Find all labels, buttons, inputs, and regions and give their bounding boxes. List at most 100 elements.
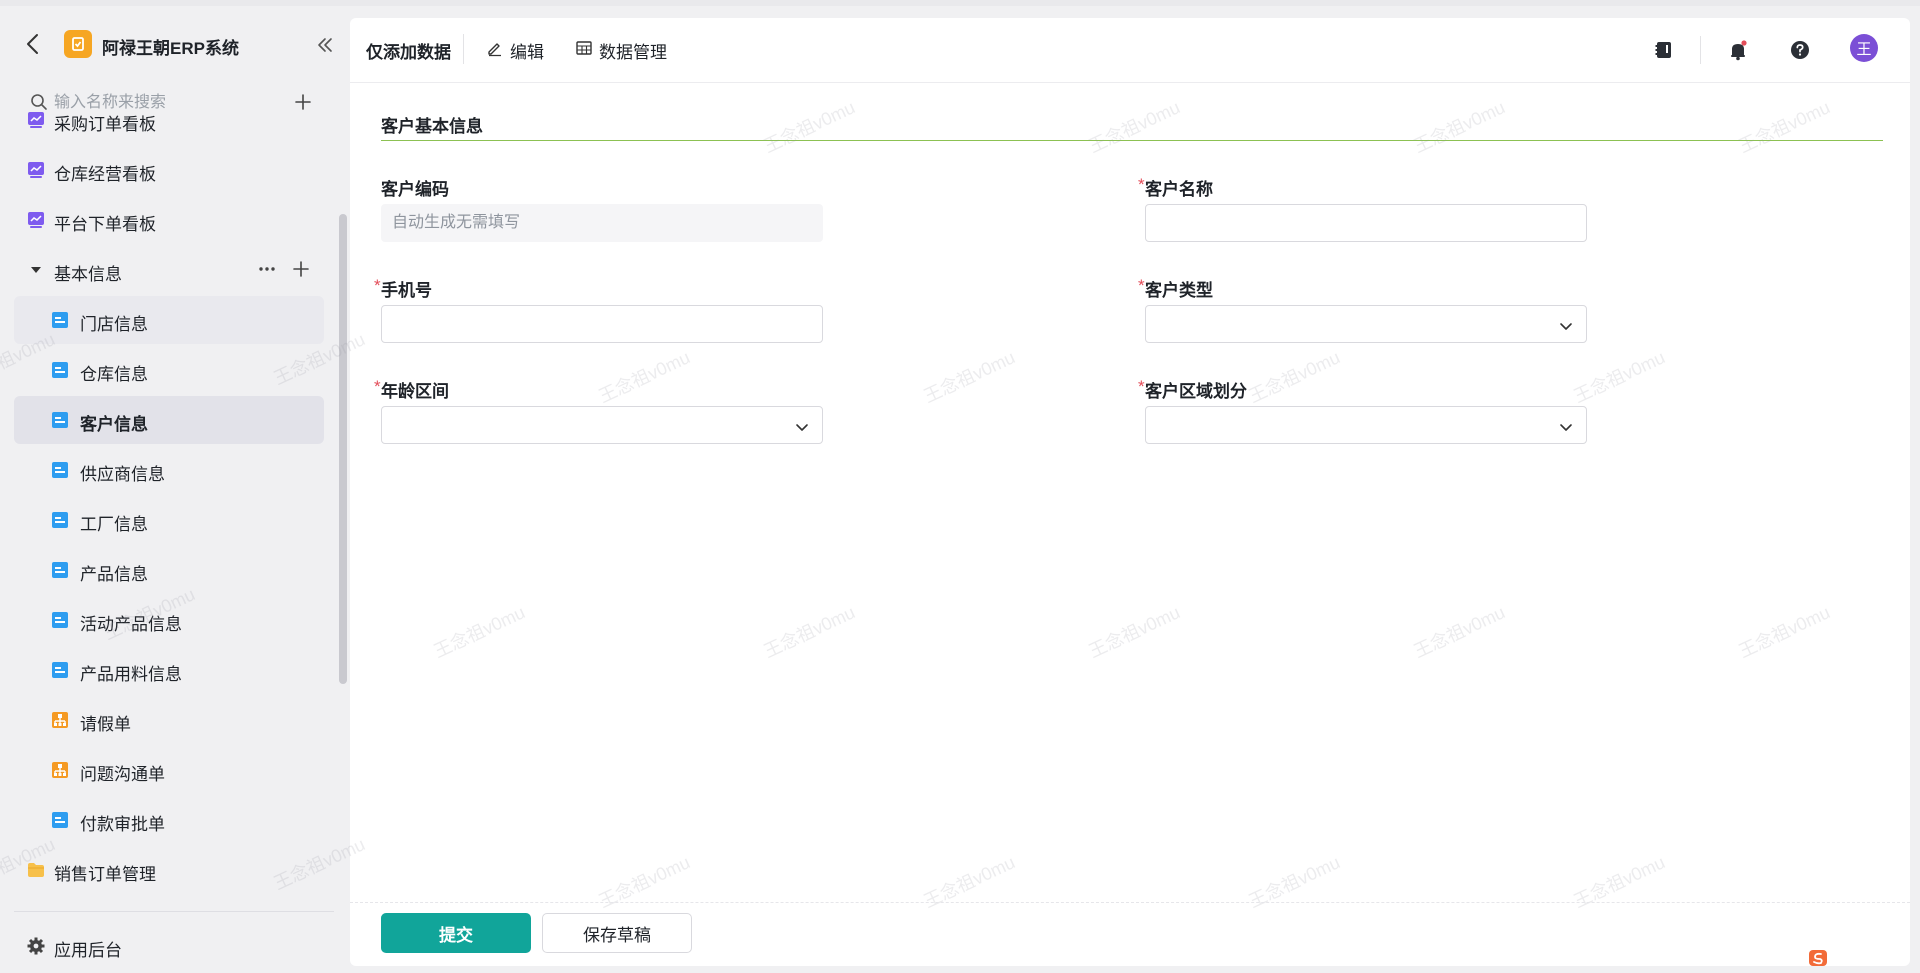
section-divider xyxy=(381,140,1883,141)
sidebar-item-label: 活动产品信息 xyxy=(80,615,182,634)
more-icon[interactable] xyxy=(256,258,278,285)
tab-add-data-only[interactable]: 仅添加数据 xyxy=(366,38,451,62)
sidebar-item-purchase-order-board[interactable]: 采购订单看板 xyxy=(14,96,324,144)
customer-name-label: 客户名称 xyxy=(1145,180,1213,199)
sidebar-item-leave-request[interactable]: 请假单 xyxy=(14,696,324,744)
book-icon[interactable] xyxy=(1652,38,1676,62)
watermark: 王念祖v0mu xyxy=(1085,602,1184,662)
app-title: 阿禄王朝ERP系统 xyxy=(102,39,239,58)
sidebar-item-supplier-info[interactable]: 供应商信息 xyxy=(14,446,324,494)
sidebar-item-store-info[interactable]: 门店信息 xyxy=(14,296,324,344)
folder-icon xyxy=(26,860,46,880)
watermark: 王念祖v0mu xyxy=(1410,602,1509,662)
notification-bell-icon[interactable] xyxy=(1726,38,1750,62)
submit-button[interactable]: 提交 xyxy=(381,913,531,953)
app-admin-label: 应用后台 xyxy=(54,941,122,960)
watermark: 王念祖v0mu xyxy=(1735,602,1834,662)
workflow-icon xyxy=(50,760,70,780)
chevron-down-icon xyxy=(1558,419,1574,435)
sidebar-item-label: 销售订单管理 xyxy=(54,865,156,884)
sidebar-item-label: 供应商信息 xyxy=(80,465,165,484)
form-icon xyxy=(50,310,70,330)
sidebar-item-label: 仓库信息 xyxy=(80,365,148,384)
tab-separator xyxy=(463,34,464,64)
sidebar-item-product-material-info[interactable]: 产品用料信息 xyxy=(14,646,324,694)
form-icon xyxy=(50,660,70,680)
form-icon xyxy=(50,510,70,530)
table-icon xyxy=(575,39,593,62)
form-icon xyxy=(50,610,70,630)
tab-edit[interactable]: 编辑 xyxy=(486,38,544,62)
group-actions xyxy=(256,258,312,285)
app-admin-link[interactable]: 应用后台 xyxy=(14,926,324,966)
age-range-select[interactable] xyxy=(381,406,823,444)
sidebar-item-customer-info[interactable]: 客户信息 xyxy=(14,396,324,444)
customer-region-select[interactable] xyxy=(1145,406,1587,444)
form-icon xyxy=(50,410,70,430)
form-icon xyxy=(50,560,70,580)
sidebar-divider xyxy=(14,911,334,912)
age-range-label: 年龄区间 xyxy=(381,382,449,401)
sidebar-item-label: 门店信息 xyxy=(80,315,148,334)
sidebar-item-warehouse-board[interactable]: 仓库经营看板 xyxy=(14,146,324,194)
tab-data-management[interactable]: 数据管理 xyxy=(575,38,667,62)
help-icon[interactable] xyxy=(1788,38,1812,62)
dashboard-icon xyxy=(26,110,46,130)
required-mark: * xyxy=(374,377,381,396)
watermark: 王念祖v0mu xyxy=(1085,97,1184,157)
form-icon xyxy=(50,810,70,830)
sidebar-item-label: 仓库经营看板 xyxy=(54,165,156,184)
collapse-sidebar-icon[interactable] xyxy=(314,34,336,56)
sidebar-item-sales-order-management[interactable]: 销售订单管理 xyxy=(14,846,324,894)
dashboard-icon xyxy=(26,210,46,230)
phone-input[interactable] xyxy=(382,306,822,342)
tab-label: 编辑 xyxy=(510,42,544,62)
chevron-down-icon xyxy=(794,419,810,435)
customer-name-input[interactable] xyxy=(1146,205,1586,241)
customer-code-field xyxy=(381,204,823,242)
customer-type-label: 客户类型 xyxy=(1145,281,1213,300)
required-mark: * xyxy=(1138,276,1145,295)
section-title: 客户基本信息 xyxy=(381,117,483,136)
gear-icon xyxy=(26,936,46,956)
sidebar-item-factory-info[interactable]: 工厂信息 xyxy=(14,496,324,544)
sidebar-item-issue-communication[interactable]: 问题沟通单 xyxy=(14,746,324,794)
sidebar-group-basic-info[interactable]: 基本信息 xyxy=(14,246,324,294)
back-arrow-icon[interactable] xyxy=(22,32,46,56)
watermark: 王念祖v0mu xyxy=(920,347,1019,407)
sidebar-item-promo-product-info[interactable]: 活动产品信息 xyxy=(14,596,324,644)
user-avatar[interactable]: 王 xyxy=(1850,34,1878,62)
input-method-icon xyxy=(1808,948,1832,968)
watermark: 王念祖v0mu xyxy=(1410,97,1509,157)
customer-code-input xyxy=(382,205,822,241)
form-icon xyxy=(50,460,70,480)
phone-label: 手机号 xyxy=(381,281,432,300)
sidebar-item-warehouse-info[interactable]: 仓库信息 xyxy=(14,346,324,394)
add-icon[interactable] xyxy=(290,258,312,285)
form-icon xyxy=(50,360,70,380)
toolbar: 仅添加数据 编辑 数据管理 王 xyxy=(350,18,1910,83)
sidebar-item-label: 采购订单看板 xyxy=(54,115,156,134)
customer-region-label: 客户区域划分 xyxy=(1145,382,1247,401)
sidebar-item-label: 工厂信息 xyxy=(80,515,148,534)
toolbar-separator xyxy=(1700,36,1701,64)
customer-code-label: 客户编码 xyxy=(381,180,449,199)
customer-name-field[interactable] xyxy=(1145,204,1587,242)
sidebar-item-product-info[interactable]: 产品信息 xyxy=(14,546,324,594)
form-actions-bar: 提交 保存草稿 xyxy=(350,902,1910,966)
sidebar-item-label: 客户信息 xyxy=(80,415,148,434)
phone-field[interactable] xyxy=(381,305,823,343)
customer-type-select[interactable] xyxy=(1145,305,1587,343)
required-mark: * xyxy=(1138,175,1145,194)
watermark: 王念祖v0mu xyxy=(760,602,859,662)
save-draft-button[interactable]: 保存草稿 xyxy=(542,913,692,953)
dashboard-icon xyxy=(26,160,46,180)
workflow-icon xyxy=(50,710,70,730)
app-logo-icon xyxy=(64,30,92,58)
sidebar-scrollbar[interactable] xyxy=(339,214,347,684)
app-header: 阿禄王朝ERP系统 xyxy=(0,20,348,70)
sidebar-item-label: 平台下单看板 xyxy=(54,215,156,234)
sidebar-item-label: 付款审批单 xyxy=(80,815,165,834)
sidebar-item-payment-approval[interactable]: 付款审批单 xyxy=(14,796,324,844)
sidebar-item-platform-order-board[interactable]: 平台下单看板 xyxy=(14,196,324,244)
